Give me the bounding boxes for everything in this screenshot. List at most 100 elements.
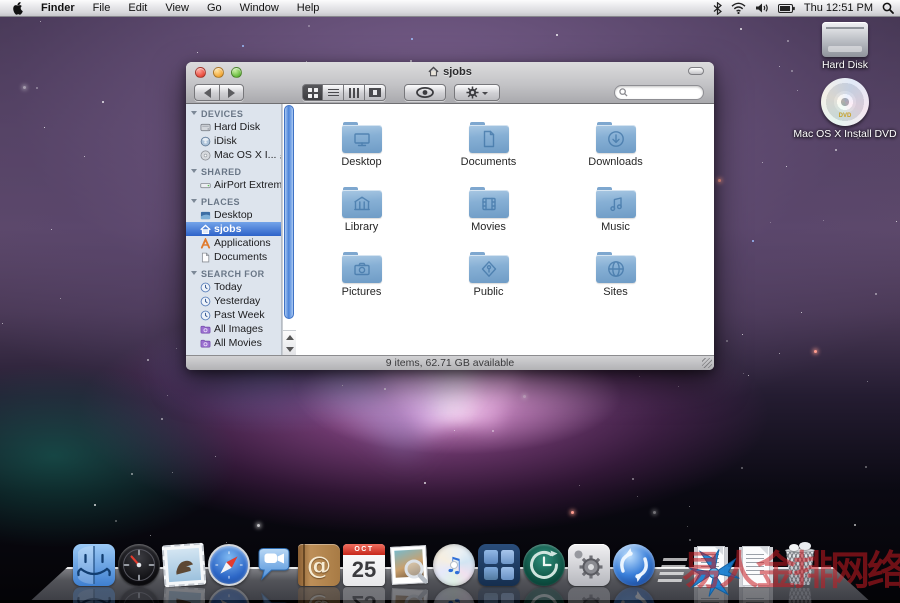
sidebar-scrollbar[interactable] [282, 104, 296, 355]
folder-label: Downloads [588, 156, 642, 168]
dock-item-spaces[interactable] [478, 544, 520, 586]
apple-menu[interactable] [6, 1, 32, 15]
forward-button[interactable] [219, 84, 244, 101]
folder-item-library[interactable]: Library [298, 171, 425, 236]
sidebar-item-idisk[interactable]: iDisk [186, 134, 281, 148]
menu-go[interactable]: Go [198, 0, 231, 17]
folder-label: Documents [461, 156, 517, 168]
disclosure-triangle-icon[interactable] [191, 199, 197, 203]
folder-item-downloads[interactable]: Downloads [552, 106, 679, 171]
dock-item-dashboard[interactable] [118, 544, 160, 586]
quick-look-button[interactable] [404, 84, 446, 101]
search-input[interactable] [631, 86, 699, 99]
sidebar-section-places[interactable]: PLACES [186, 192, 281, 208]
menu-file[interactable]: File [84, 0, 120, 17]
sidebar-item-documents[interactable]: Documents [186, 250, 281, 264]
sidebar-item-yesterday[interactable]: Yesterday [186, 294, 281, 308]
dock-item-preview[interactable] [388, 544, 430, 586]
folder-item-pictures[interactable]: Pictures [298, 236, 425, 301]
folder-item-public[interactable]: Public [425, 236, 552, 301]
window-titlebar[interactable]: sjobs [186, 62, 714, 104]
toolbar-toggle-widget[interactable] [688, 67, 704, 75]
sidebar-item-applications[interactable]: Applications [186, 236, 281, 250]
star [742, 334, 743, 335]
sidebar-item-desktop[interactable]: Desktop [186, 208, 281, 222]
dock-item-trash[interactable] [779, 544, 821, 586]
menu-finder[interactable]: Finder [32, 0, 84, 17]
smart-folder-icon [200, 338, 211, 349]
sidebar-item-mac-os-x-i[interactable]: Mac OS X I... [186, 148, 281, 162]
menu-view[interactable]: View [156, 0, 198, 17]
list-view-button[interactable] [323, 84, 344, 101]
dock-item-address-book[interactable]: @ @ [298, 544, 340, 586]
dock-item-ichat[interactable] [253, 544, 295, 586]
sidebar-section-shared[interactable]: SHARED [186, 162, 281, 178]
desktop-icon-hard-disk[interactable]: Hard Disk [800, 22, 890, 71]
wifi-icon[interactable] [731, 2, 746, 14]
desktop-icon-install-dvd[interactable]: DVD Mac OS X Install DVD [790, 78, 900, 140]
folder-item-movies[interactable]: Movies [425, 171, 552, 236]
menu-clock[interactable]: Thu 12:51 PM [804, 2, 873, 14]
dock-item-mail[interactable] [163, 544, 205, 586]
scroll-up-button[interactable] [283, 331, 296, 343]
dock-item-system-preferences[interactable] [568, 544, 610, 586]
star [653, 511, 656, 514]
folder-icon-sites [596, 255, 636, 283]
star [814, 350, 817, 353]
resize-grip[interactable] [702, 358, 712, 368]
disclosure-triangle-icon[interactable] [191, 271, 197, 275]
folder-item-sites[interactable]: Sites [552, 236, 679, 301]
back-button[interactable] [194, 84, 219, 101]
dock-item-time-machine[interactable] [523, 544, 565, 586]
public-emblem-icon [479, 259, 499, 279]
dock-item-safari[interactable] [208, 544, 250, 586]
sidebar-item-label: Past Week [214, 309, 265, 321]
star [342, 385, 343, 386]
sidebar-item-airport-extreme[interactable]: AirPort Extreme [186, 178, 281, 192]
window-title: sjobs [186, 64, 714, 79]
folder-icon-documents [469, 125, 509, 153]
apple-logo [12, 1, 24, 15]
dock-item-documents-stack[interactable] [689, 544, 731, 586]
coverflow-view-button[interactable] [365, 84, 386, 101]
sidebar-section-devices[interactable]: DEVICES [186, 104, 281, 120]
star [579, 485, 580, 486]
menu-edit[interactable]: Edit [119, 0, 156, 17]
sidebar-item-hard-disk[interactable]: Hard Disk [186, 120, 281, 134]
dock-item-itunes[interactable]: ♫ ♫ [433, 544, 475, 586]
file-browser-area[interactable]: Desktop Documents Downloads Library Movi… [296, 104, 714, 355]
sidebar-item-all-images[interactable]: All Images [186, 322, 281, 336]
scroll-down-button[interactable] [283, 343, 296, 355]
sidebar-item-past-week[interactable]: Past Week [186, 308, 281, 322]
menu-help[interactable]: Help [288, 0, 329, 17]
sidebar-section-search-for[interactable]: SEARCH FOR [186, 264, 281, 280]
search-field[interactable] [614, 85, 704, 100]
sidebar-item-today[interactable]: Today [186, 280, 281, 294]
scrollbar-thumb[interactable] [284, 105, 294, 319]
spotlight-icon[interactable] [882, 2, 894, 14]
applications-icon [200, 238, 211, 249]
dock-item-downloads-stack[interactable] [734, 544, 776, 586]
disclosure-triangle-icon[interactable] [191, 169, 197, 173]
star [492, 430, 494, 432]
dock-item-finder[interactable] [73, 544, 115, 586]
dock-item-software-update[interactable] [613, 544, 655, 586]
column-view-button[interactable] [344, 84, 365, 101]
disclosure-triangle-icon[interactable] [191, 111, 197, 115]
sidebar-item-all-movies[interactable]: All Movies [186, 336, 281, 350]
sidebar-item-sjobs[interactable]: sjobs [186, 222, 281, 236]
folder-item-documents[interactable]: Documents [425, 106, 552, 171]
folder-item-music[interactable]: Music [552, 171, 679, 236]
battery-icon[interactable] [778, 4, 795, 13]
menu-window[interactable]: Window [231, 0, 288, 17]
bluetooth-icon[interactable] [713, 2, 722, 15]
music-emblem-icon [606, 194, 626, 214]
star [786, 166, 787, 167]
dock-item-ical[interactable]: OCT 25 OCT 25 [343, 544, 385, 586]
action-button[interactable] [454, 84, 500, 101]
ical-icon: OCT 25 [343, 544, 385, 586]
volume-icon[interactable] [755, 2, 769, 14]
icon-view-button[interactable] [302, 84, 323, 101]
folder-item-desktop[interactable]: Desktop [298, 106, 425, 171]
sidebar-item-label: All Movies [214, 337, 262, 349]
